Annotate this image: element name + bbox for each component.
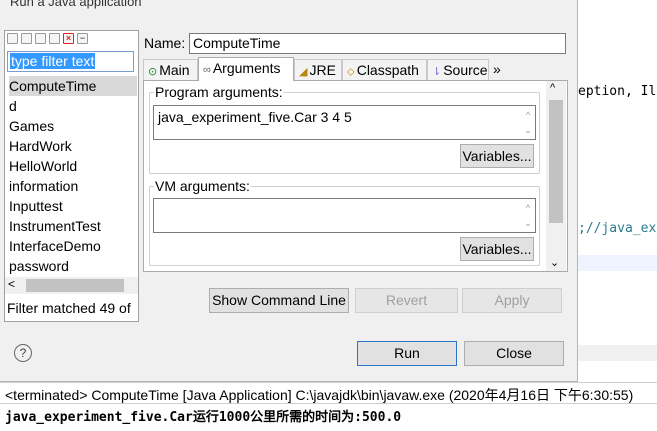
scroll-down-icon[interactable]: ⌄: [550, 256, 559, 269]
tab-overflow[interactable]: »: [489, 59, 511, 80]
list-item[interactable]: InterfaceDemo: [9, 236, 137, 256]
list-item[interactable]: HardWork: [9, 136, 137, 156]
classpath-icon: ⬦: [347, 66, 355, 78]
console-title: <terminated> ComputeTime [Java Applicati…: [5, 387, 634, 403]
scrollbar-thumb[interactable]: [549, 100, 563, 223]
list-item[interactable]: Games: [9, 116, 137, 136]
chevron-down-icon[interactable]: ⌄: [522, 124, 534, 136]
tab-source[interactable]: ⇂ Source: [427, 59, 489, 80]
tab-main[interactable]: ⊙ Main: [143, 59, 198, 80]
dialog-title: Run a Java application: [10, 0, 142, 9]
main-icon: ⊙: [148, 66, 158, 78]
config-list: ComputeTime d Games HardWork HelloWorld …: [9, 76, 137, 276]
vm-variables-button[interactable]: Variables...: [460, 237, 534, 261]
scrollbar-thumb[interactable]: [26, 279, 124, 292]
revert-button[interactable]: Revert: [355, 288, 458, 313]
config-toolbar: × −: [4, 30, 139, 46]
editor-current-line: [578, 255, 657, 271]
close-button[interactable]: Close: [464, 341, 564, 366]
apply-button[interactable]: Apply: [462, 288, 562, 313]
console-output: java_experiment_five.Car运行1000公里所需的时间为:5…: [5, 410, 402, 425]
list-horizontal-scrollbar[interactable]: <: [5, 277, 138, 294]
duplicate-config-icon[interactable]: [49, 32, 60, 44]
scroll-up-icon[interactable]: ^: [550, 82, 555, 94]
list-item[interactable]: HelloWorld: [9, 156, 137, 176]
export-config-icon[interactable]: [35, 32, 46, 44]
list-item[interactable]: information: [9, 176, 137, 196]
show-command-line-button[interactable]: Show Command Line: [209, 288, 349, 313]
overflow-icon: »: [493, 61, 501, 77]
list-item[interactable]: Inputtest: [9, 196, 137, 216]
tab-arguments[interactable]: ∞ Arguments: [198, 57, 294, 81]
source-icon: ⇂: [432, 66, 442, 78]
help-icon[interactable]: ?: [14, 344, 32, 362]
code-editor[interactable]: [578, 0, 657, 380]
config-tabs: ⊙ Main ∞ Arguments ◢ JRE ⬦ Classpath ⇂ Source…: [143, 57, 568, 81]
chevron-up-icon[interactable]: ^: [522, 202, 534, 214]
tab-jre[interactable]: ◢ JRE: [294, 59, 342, 80]
arguments-icon: ∞: [203, 64, 211, 76]
list-item[interactable]: password: [9, 256, 137, 276]
list-item[interactable]: ComputeTime: [9, 76, 137, 96]
editor-gutter-strip: [578, 345, 657, 361]
program-arguments-input[interactable]: java_experiment_five.Car 3 4 5: [153, 105, 536, 140]
filter-input[interactable]: type filter text: [7, 51, 134, 72]
config-name-input[interactable]: ComputeTime: [189, 33, 566, 54]
name-label: Name:: [144, 35, 186, 51]
tab-classpath[interactable]: ⬦ Classpath: [342, 59, 427, 80]
vm-arguments-label: VM arguments:: [154, 178, 251, 194]
new-prototype-icon[interactable]: [21, 32, 32, 44]
list-item[interactable]: InstrumentTest: [9, 216, 137, 236]
delete-config-icon[interactable]: ×: [63, 32, 74, 44]
program-variables-button[interactable]: Variables...: [460, 144, 534, 168]
run-button[interactable]: Run: [357, 341, 457, 366]
list-item[interactable]: d: [9, 96, 137, 116]
jre-icon: ◢: [299, 66, 308, 78]
program-arguments-label: Program arguments:: [154, 84, 284, 100]
editor-code-line: eption, Il: [578, 84, 657, 99]
new-config-icon[interactable]: [7, 32, 18, 44]
scroll-left-icon[interactable]: <: [8, 277, 15, 291]
editor-code-comment: ;//java_ex: [578, 221, 657, 236]
chevron-up-icon[interactable]: ^: [522, 109, 534, 121]
vm-arguments-input[interactable]: [153, 198, 536, 233]
filter-status: Filter matched 49 of: [7, 300, 131, 316]
content-vertical-scrollbar[interactable]: ^ ⌄: [546, 81, 566, 271]
collapse-all-icon[interactable]: −: [77, 32, 88, 44]
chevron-down-icon[interactable]: ⌄: [522, 217, 534, 229]
